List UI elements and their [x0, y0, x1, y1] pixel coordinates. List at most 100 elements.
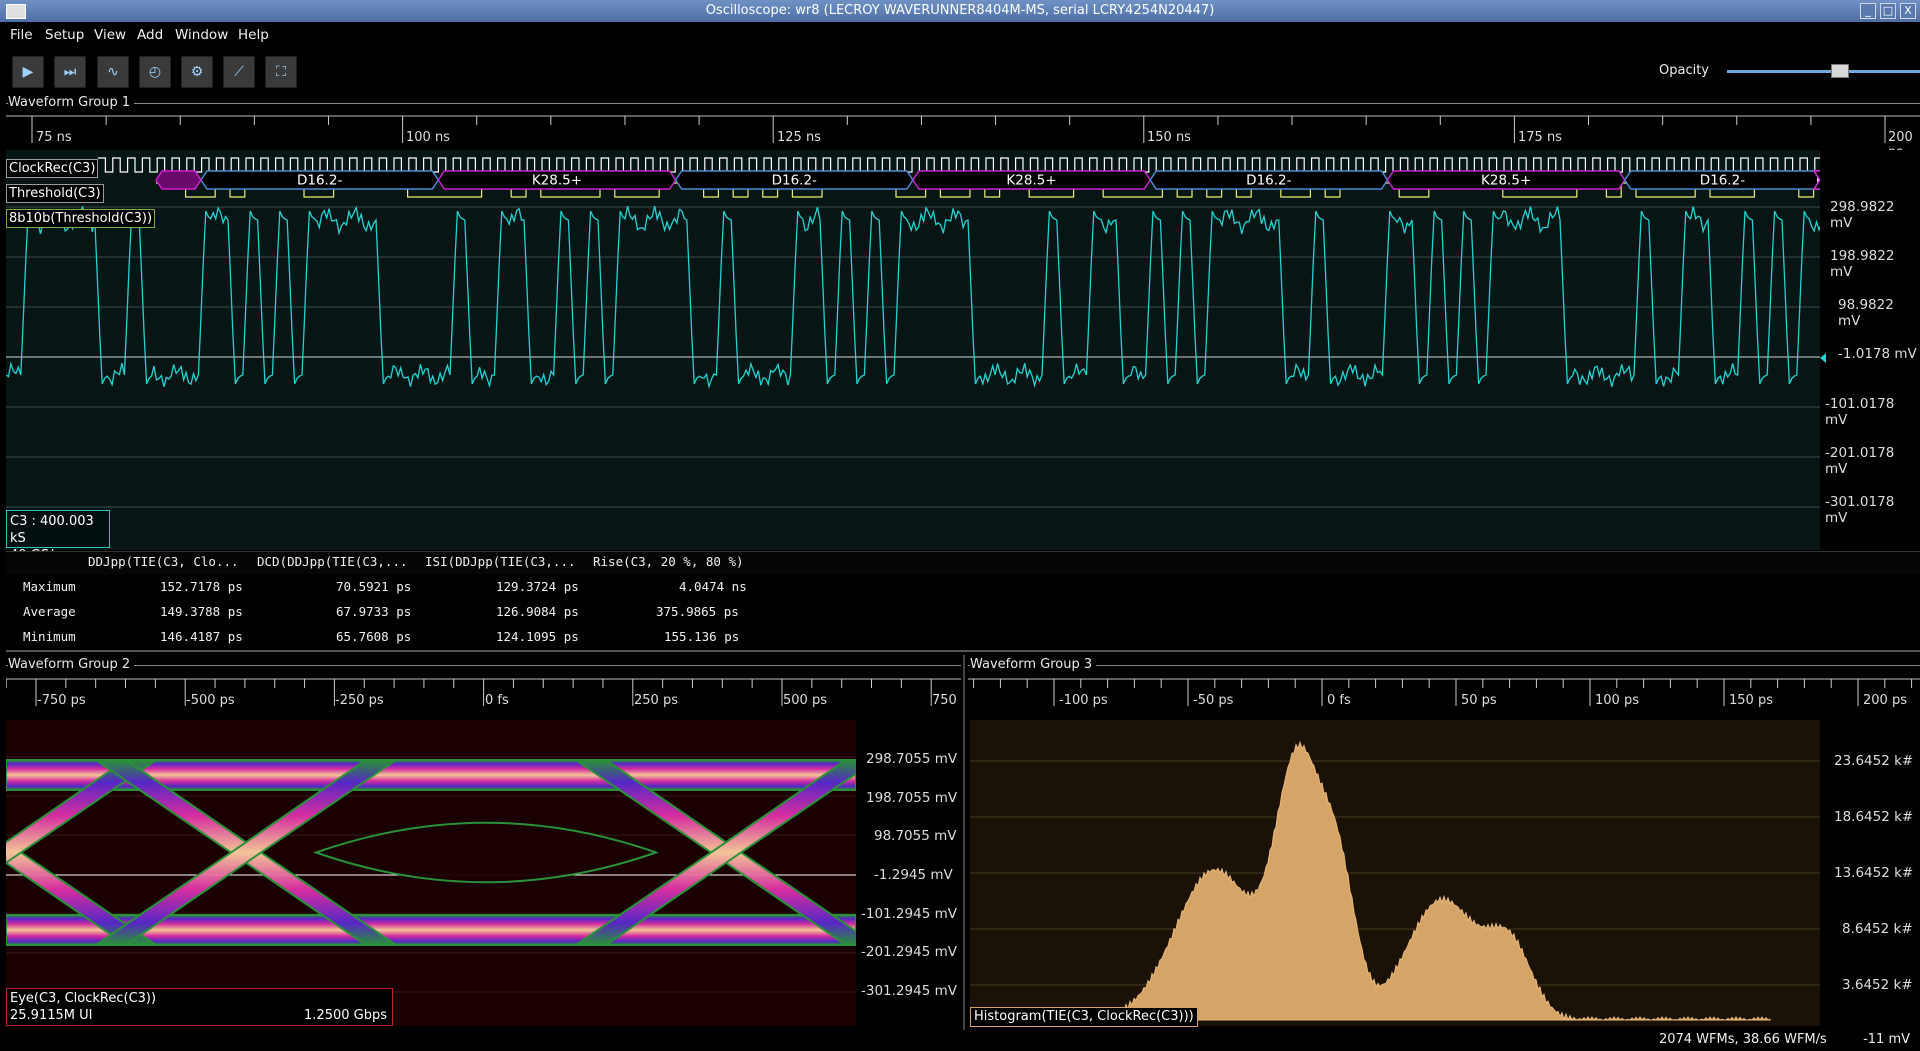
- horizontal-splitter[interactable]: [6, 650, 1920, 652]
- measurement-value: 67.9733 ps: [336, 604, 412, 619]
- histogram-label[interactable]: Histogram(TIE(C3, ClockRec(C3))): [970, 1007, 1198, 1027]
- group2-ruler-label: -250 ps: [335, 693, 384, 708]
- decode-symbol-label: D16.2-: [772, 173, 817, 189]
- group2-y-label: -1.2945 mV: [874, 867, 953, 883]
- group1-y-label: 98.9822 mV: [1838, 297, 1894, 329]
- eye-diagram-svg: [0, 756, 880, 993]
- menu-setup[interactable]: Setup: [45, 27, 84, 43]
- group1-waveform-area[interactable]: D16.2- K28.5+ D16.2- K28.5+ D16.2- K28.5+ D16.…: [5, 150, 1920, 550]
- waveform-rate: 2074 WFMs, 38.66 WFM/s: [1658, 1032, 1827, 1047]
- group3-y-label: 8.6452 k#: [1842, 921, 1913, 937]
- eye-name: Eye(C3, ClockRec(C3)): [7, 990, 160, 1008]
- group3-ruler-label: 150 ps: [1729, 693, 1773, 708]
- graph-icon[interactable]: ⟋: [223, 56, 255, 88]
- fullscreen-icon[interactable]: ⛶: [265, 56, 297, 88]
- maximize-button[interactable]: □: [1880, 3, 1896, 19]
- trigger-level-marker[interactable]: [1820, 353, 1826, 363]
- group3-y-label: 13.6452 k#: [1834, 865, 1914, 881]
- opacity-label: Opacity: [1659, 63, 1710, 78]
- measurement-value: 155.136 ps: [664, 629, 740, 644]
- group3-ruler-label: 50 ps: [1461, 693, 1497, 708]
- group1-divider: [6, 103, 1920, 104]
- histogram-svg: [970, 740, 1820, 1022]
- group1-time-ruler[interactable]: [6, 113, 1920, 150]
- decode-symbol-label: D16.2-: [1700, 173, 1745, 189]
- measurement-header[interactable]: DDJpp(TIE(C3, Clo...: [88, 554, 239, 569]
- channel-label-clockrec[interactable]: ClockRec(C3): [6, 159, 99, 178]
- opacity-slider-handle[interactable]: [1830, 64, 1849, 78]
- group3-ruler-label: 0 fs: [1327, 693, 1351, 708]
- group1-ruler-ticks: [6, 115, 1920, 143]
- measurement-header[interactable]: DCD(DDJpp(TIE(C3,...: [257, 554, 408, 569]
- group1-ruler-label: 150 ns: [1147, 130, 1191, 145]
- group3-time-ruler[interactable]: [968, 676, 1920, 718]
- group2-y-label: -101.2945 mV: [861, 906, 957, 922]
- measurement-value: 4.0474 ns: [679, 579, 747, 594]
- app-icon: [6, 4, 26, 19]
- menu-add[interactable]: Add: [137, 27, 163, 43]
- group1-waveform-svg: D16.2- K28.5+ D16.2- K28.5+ D16.2- K28.5+ D16.…: [5, 157, 1920, 508]
- group1-y-label: -301.0178 mV: [1825, 494, 1895, 526]
- measurement-value: 126.9084 ps: [496, 604, 579, 619]
- group2-y-label: 298.7055 mV: [866, 751, 958, 767]
- eye-opening: [312, 821, 660, 884]
- group3-ruler-label: 100 ps: [1595, 693, 1639, 708]
- group3-ruler-label: -50 ps: [1193, 693, 1234, 708]
- group3-y-label: 3.6452 k#: [1842, 977, 1913, 993]
- histogram-area[interactable]: [970, 720, 1820, 1026]
- group1-ruler-label: 75 ns: [36, 130, 72, 145]
- c3-sample-count: C3 : 400.003 kS: [10, 514, 94, 546]
- measurement-value: 70.5921 ps: [336, 579, 412, 594]
- eye-info-box[interactable]: Eye(C3, ClockRec(C3)) 25.9115M UI 1.2500…: [6, 988, 393, 1026]
- timebase-icon[interactable]: ◴: [139, 56, 171, 88]
- measurement-header[interactable]: ISI(DDJpp(TIE(C3,...: [425, 554, 576, 569]
- group1-title: Waveform Group 1: [8, 95, 135, 110]
- opacity-slider-track[interactable]: [1727, 70, 1920, 73]
- group1-ruler-label: 100 ns: [406, 130, 450, 145]
- menu-bar: [0, 22, 1920, 49]
- group3-ruler-label: -100 ps: [1059, 693, 1108, 708]
- decode-symbol-label: D16.2-: [297, 173, 342, 189]
- decode-symbol-label: D16.2-: [1246, 173, 1291, 189]
- close-button[interactable]: X: [1900, 3, 1916, 19]
- window-title: Oscilloscope: wr8 (LECROY WAVERUNNER8404…: [705, 3, 1215, 18]
- group2-ruler-label: 0 fs: [485, 693, 509, 708]
- waveform-icon[interactable]: ∿: [97, 56, 129, 88]
- menu-help[interactable]: Help: [238, 27, 269, 43]
- menu-file[interactable]: File: [10, 27, 33, 43]
- group1-ruler-label: 175 ns: [1518, 130, 1562, 145]
- channel-c3-info-box[interactable]: C3 : 400.003 kS 40 GS/s: [6, 510, 110, 563]
- group1-y-label: 198.9822 mV: [1830, 248, 1895, 280]
- measurement-value: 152.7178 ps: [160, 579, 243, 594]
- group2-ruler-label: -500 ps: [186, 693, 235, 708]
- group1-y-label: 298.9822 mV: [1830, 199, 1895, 231]
- trigger-level: -11 mV: [1863, 1032, 1910, 1047]
- measurement-value: 124.1095 ps: [496, 629, 579, 644]
- menu-window[interactable]: Window: [175, 27, 228, 43]
- window-title-bar: Oscilloscope: wr8 (LECROY WAVERUNNER8404…: [0, 0, 1920, 22]
- step-icon[interactable]: ⏭: [54, 56, 86, 88]
- group1-ruler-label: 125 ns: [777, 130, 821, 145]
- play-icon[interactable]: ▶: [12, 56, 44, 88]
- group2-ruler-label: -750 ps: [37, 693, 86, 708]
- eye-ui-count: 25.9115M UI: [7, 1007, 96, 1025]
- status-bar: [0, 1030, 1920, 1051]
- group3-y-label: 23.6452 k#: [1834, 753, 1914, 769]
- settings-icon[interactable]: ⚙: [181, 56, 213, 88]
- decode-symbol-label: K28.5+: [1481, 173, 1531, 189]
- measurement-row-label: Minimum: [23, 629, 76, 644]
- group2-ruler-label: 500 ps: [783, 693, 827, 708]
- minimize-button[interactable]: _: [1860, 3, 1876, 19]
- group1-y-label: -1.0178 mV: [1838, 346, 1917, 362]
- group2-y-label: -201.2945 mV: [861, 944, 957, 960]
- vertical-splitter[interactable]: [963, 655, 965, 1030]
- eye-diagram-area[interactable]: [0, 720, 880, 1026]
- group3-ruler-label: 200 ps: [1863, 693, 1907, 708]
- channel-label-threshold[interactable]: Threshold(C3): [6, 184, 104, 203]
- group3-title: Waveform Group 3: [970, 657, 1097, 672]
- channel-label-8b10b[interactable]: 8b10b(Threshold(C3)): [6, 209, 156, 228]
- group2-y-label: 98.7055 mV: [874, 828, 957, 844]
- measurement-header[interactable]: Rise(C3, 20 %, 80 %): [593, 554, 744, 569]
- measurement-row-label: Maximum: [23, 579, 76, 594]
- menu-view[interactable]: View: [94, 27, 126, 43]
